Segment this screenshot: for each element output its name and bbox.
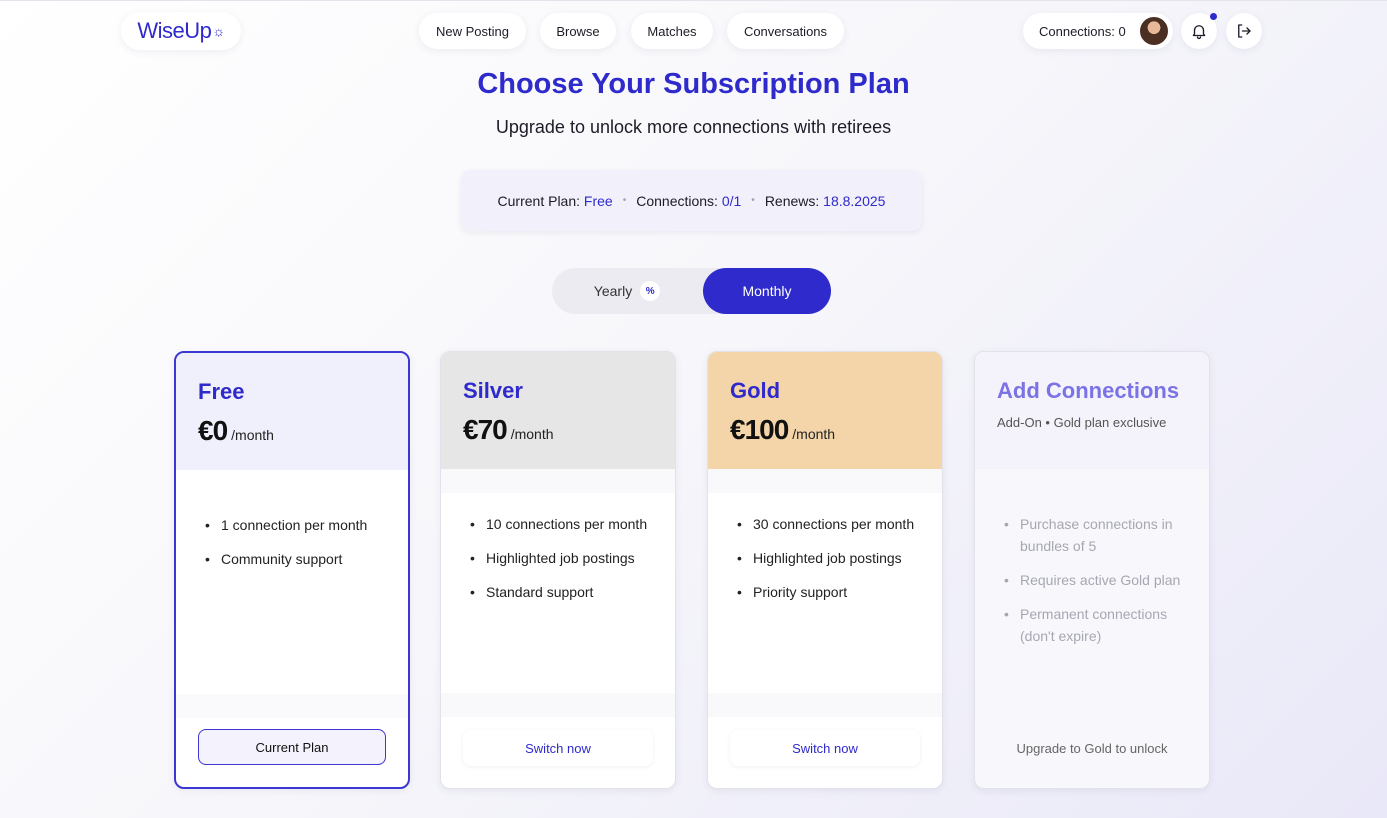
- feature-item: Highlighted job postings: [463, 547, 657, 569]
- feature-item: Standard support: [463, 581, 657, 603]
- plan-header: [975, 352, 1209, 469]
- card-footer-band: [441, 693, 675, 717]
- feature-item: Requires active Gold plan: [997, 569, 1191, 591]
- upgrade-to-unlock-button: Upgrade to Gold to unlock: [1016, 740, 1168, 756]
- renews-status: Renews: 18.8.2025: [765, 193, 886, 209]
- renews-label: Renews:: [764, 192, 820, 209]
- plan-tagline: Add-On • Gold plan exclusive: [997, 415, 1167, 430]
- separator-dot: •: [622, 195, 627, 206]
- feature-item: Highlighted job postings: [730, 547, 924, 569]
- feature-list: 30 connections per month Highlighted job…: [730, 513, 924, 615]
- card-gap: [708, 469, 942, 493]
- bell-icon: [1192, 25, 1206, 40]
- plan-price: €70 /month: [463, 414, 554, 446]
- feature-list: 1 connection per month Community support: [198, 514, 390, 582]
- feature-item: Community support: [198, 548, 390, 570]
- current-plan-button[interactable]: Current Plan: [198, 729, 386, 765]
- logout-icon: [1238, 24, 1251, 38]
- plan-name: Gold: [730, 378, 781, 403]
- feature-item: 10 connections per month: [463, 513, 657, 535]
- sun-icon: ☼: [212, 23, 225, 39]
- yearly-option[interactable]: Yearly %: [552, 268, 702, 314]
- page-title: Choose Your Subscription Plan: [477, 68, 910, 100]
- price-period: /month: [231, 427, 274, 443]
- plan-card-add-connections: Add Connections Add-On • Gold plan exclu…: [974, 351, 1210, 789]
- connections-counter-label: Connections: 0: [1039, 23, 1126, 39]
- plan-card-silver: Silver €70 /month 10 connections per mon…: [440, 351, 676, 789]
- switch-now-button[interactable]: Switch now: [730, 730, 920, 766]
- connections-status: Connections: 0/1: [636, 193, 741, 209]
- avatar[interactable]: [1138, 15, 1170, 47]
- plan-name: Add Connections: [997, 378, 1180, 403]
- card-footer-band: [176, 694, 408, 718]
- top-bar: WiseUp ☼ New Posting Browse Matches Conv…: [0, 0, 1387, 60]
- plan-header: [176, 353, 408, 470]
- plan-name: Free: [198, 379, 245, 404]
- nav-new-posting[interactable]: New Posting: [419, 13, 526, 49]
- price-period: /month: [792, 426, 836, 442]
- plan-header: [441, 352, 675, 469]
- billing-period-toggle: Yearly % Monthly: [552, 268, 831, 314]
- price-amount: €100: [730, 414, 789, 445]
- logo-text: WiseUp: [137, 18, 212, 43]
- feature-item: Purchase connections in bundles of 5: [997, 513, 1191, 557]
- plan-header: [708, 352, 942, 469]
- switch-now-button[interactable]: Switch now: [463, 730, 653, 766]
- logout-button[interactable]: [1226, 13, 1262, 49]
- renews-value: 18.8.2025: [823, 192, 886, 209]
- connections-value: 0/1: [721, 192, 742, 209]
- feature-list: 10 connections per month Highlighted job…: [463, 513, 657, 615]
- feature-item: 30 connections per month: [730, 513, 924, 535]
- nav-matches[interactable]: Matches: [631, 13, 713, 49]
- plan-value: Free: [583, 192, 613, 209]
- price-amount: €70: [463, 414, 508, 445]
- notification-dot: [1210, 13, 1217, 20]
- monthly-option[interactable]: Monthly: [703, 268, 831, 314]
- plan-status: Current Plan: Free: [498, 193, 613, 209]
- wiseup-logo[interactable]: WiseUp ☼: [121, 12, 241, 50]
- yearly-label: Yearly: [593, 283, 633, 299]
- plan-price: €100 /month: [730, 414, 835, 446]
- current-plan-status: Current Plan: Free • Connections: 0/1 • …: [461, 170, 922, 231]
- feature-list: Purchase connections in bundles of 5 Req…: [997, 513, 1191, 659]
- feature-item: Priority support: [730, 581, 924, 603]
- plan-card-free: Free €0 /month 1 connection per month Co…: [174, 351, 410, 789]
- feature-item: Permanent connections (don't expire): [997, 603, 1191, 647]
- nav-browse[interactable]: Browse: [540, 13, 616, 49]
- price-amount: €0: [198, 415, 228, 446]
- page-subtitle: Upgrade to unlock more connections with …: [495, 117, 892, 137]
- separator-dot: •: [751, 195, 755, 206]
- plan-name: Silver: [463, 378, 523, 403]
- nav-conversations[interactable]: Conversations: [727, 13, 844, 49]
- card-footer-band: [708, 693, 942, 717]
- connections-label: Connections:: [636, 192, 718, 209]
- feature-item: 1 connection per month: [198, 514, 390, 536]
- plan-label: Current Plan:: [497, 192, 581, 209]
- plan-price: €0 /month: [198, 415, 274, 447]
- price-period: /month: [510, 426, 554, 442]
- discount-badge: %: [640, 281, 661, 301]
- card-gap: [441, 469, 675, 493]
- plan-card-gold: Gold €100 /month 30 connections per mont…: [707, 351, 943, 789]
